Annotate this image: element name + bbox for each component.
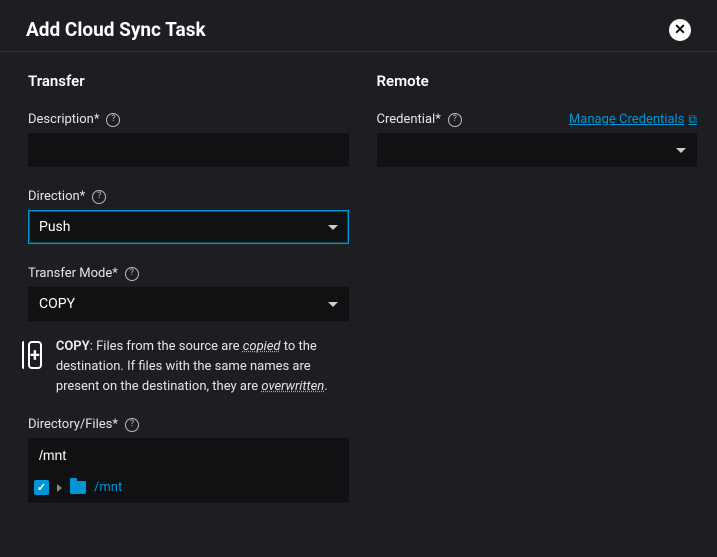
label-credential: Credential* ? (377, 112, 462, 127)
help-icon[interactable]: ? (106, 113, 120, 127)
transfer-mode-info: + COPY: Files from the source are copied… (28, 337, 349, 397)
folder-icon (70, 481, 86, 494)
transfer-section: Transfer Description* ? Direction* ? Pus… (28, 72, 349, 503)
tree-item[interactable]: ✓ /mnt (28, 474, 349, 501)
label-credential-text: Credential* (377, 112, 441, 127)
field-direction: Direction* ? Push (28, 189, 349, 244)
dialog: Add Cloud Sync Task ✕ Transfer Descripti… (0, 0, 717, 523)
directory-files-input[interactable] (28, 438, 349, 472)
dialog-header: Add Cloud Sync Task ✕ (0, 0, 717, 51)
credential-select[interactable] (377, 133, 698, 167)
directory-tree: ✓ /mnt (28, 472, 349, 503)
help-icon[interactable]: ? (125, 267, 139, 281)
field-transfer-mode: Transfer Mode* ? COPY (28, 266, 349, 321)
help-icon[interactable]: ? (448, 113, 462, 127)
label-direction: Direction* ? (28, 189, 349, 204)
chevron-down-icon (328, 225, 338, 230)
transfer-mode-info-text: COPY: Files from the source are copied t… (56, 337, 349, 397)
description-input[interactable] (28, 133, 349, 167)
info-p3: . (324, 379, 327, 394)
transfer-mode-value: COPY (39, 296, 75, 312)
field-description: Description* ? (28, 112, 349, 167)
tree-checkbox[interactable]: ✓ (34, 480, 49, 495)
section-title-transfer: Transfer (28, 72, 349, 90)
label-direction-text: Direction* (28, 189, 85, 204)
close-button[interactable]: ✕ (669, 19, 691, 41)
remote-section: Remote Credential* ? Manage Credentials … (377, 72, 698, 503)
field-credential: Credential* ? Manage Credentials ⧉ (377, 112, 698, 167)
section-title-remote: Remote (377, 72, 698, 90)
label-transfer-mode-text: Transfer Mode* (28, 266, 118, 281)
transfer-mode-select[interactable]: COPY (28, 287, 349, 321)
label-directory-files-text: Directory/Files* (28, 417, 118, 432)
page-title: Add Cloud Sync Task (26, 18, 206, 41)
label-directory-files: Directory/Files* ? (28, 417, 349, 432)
dialog-body: Transfer Description* ? Direction* ? Pus… (0, 51, 717, 523)
chevron-down-icon (676, 148, 686, 153)
manage-credentials-link[interactable]: Manage Credentials ⧉ (569, 112, 697, 127)
external-link-icon: ⧉ (688, 112, 697, 127)
help-icon[interactable]: ? (125, 418, 139, 432)
help-icon[interactable]: ? (92, 190, 106, 204)
manage-credentials-label: Manage Credentials (569, 112, 685, 127)
info-strong: COPY (56, 339, 90, 354)
tree-expand-icon[interactable] (57, 484, 62, 492)
chevron-down-icon (328, 302, 338, 307)
direction-value: Push (39, 219, 71, 235)
label-description: Description* ? (28, 112, 349, 127)
label-description-text: Description* (28, 112, 99, 127)
info-em1: copied (243, 339, 281, 354)
label-transfer-mode: Transfer Mode* ? (28, 266, 349, 281)
info-p1: : Files from the source are (90, 339, 243, 354)
tree-item-label: /mnt (94, 480, 122, 495)
copy-icon: + (28, 341, 42, 369)
info-em2: overwritten (261, 379, 324, 394)
direction-select[interactable]: Push (28, 210, 349, 244)
close-icon: ✕ (674, 22, 686, 38)
field-directory-files: Directory/Files* ? ✓ /mnt (28, 417, 349, 503)
